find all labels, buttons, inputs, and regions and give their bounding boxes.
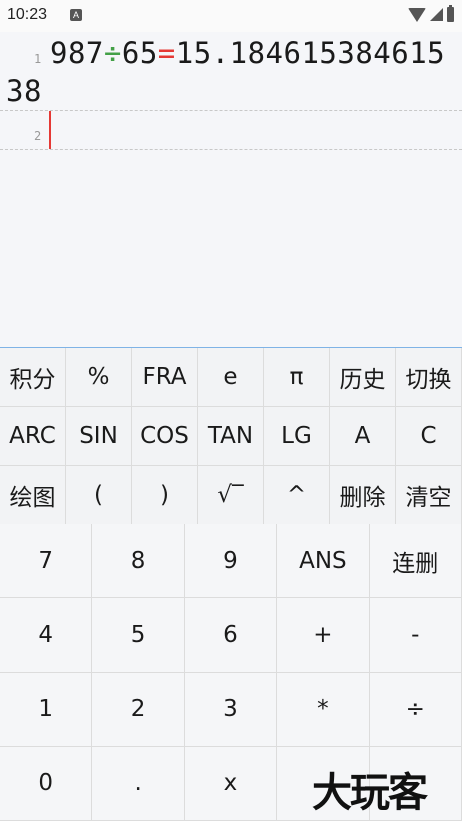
function-keypad: 积分 % FRA e π 历史 切换 ARC SIN COS TAN LG A …: [0, 347, 462, 525]
continuous-delete-key[interactable]: 连删: [369, 524, 462, 599]
expression-line[interactable]: 1 987÷65=15.184615384615 38: [0, 32, 462, 111]
sin-key[interactable]: SIN: [66, 407, 132, 466]
percent-key[interactable]: %: [66, 348, 132, 407]
cos-key[interactable]: COS: [132, 407, 198, 466]
signal-icon: [430, 8, 443, 21]
plus-key[interactable]: +: [277, 598, 370, 673]
expression-text[interactable]: 987÷65=15.184615384615 38: [6, 34, 458, 110]
switch-key[interactable]: 切换: [396, 348, 462, 407]
a-key[interactable]: A: [330, 407, 396, 466]
digit-6-key[interactable]: 6: [184, 598, 278, 673]
divide-operator: ÷: [103, 36, 122, 70]
ans-key[interactable]: ANS: [277, 524, 370, 599]
digit-7-key[interactable]: 7: [0, 524, 93, 599]
expression-line[interactable]: 2: [0, 111, 462, 150]
operand-b: 65: [121, 36, 158, 70]
digit-3-key[interactable]: 3: [184, 672, 278, 747]
digit-0-key[interactable]: 0: [0, 746, 93, 821]
clear-key[interactable]: 清空: [396, 466, 462, 525]
e-constant-key[interactable]: e: [198, 348, 264, 407]
decimal-point-key[interactable]: .: [92, 746, 185, 821]
plot-key[interactable]: 绘图: [0, 466, 66, 525]
tan-key[interactable]: TAN: [198, 407, 264, 466]
log-key[interactable]: LG: [264, 407, 330, 466]
line-number: 2: [34, 129, 42, 143]
battery-icon: [447, 5, 454, 22]
status-bar: 10:23 A: [0, 0, 462, 32]
status-time: 10:23: [7, 6, 48, 23]
multiply-key[interactable]: *: [277, 672, 370, 747]
digit-5-key[interactable]: 5: [92, 598, 185, 673]
digit-4-key[interactable]: 4: [0, 598, 93, 673]
digit-2-key[interactable]: 2: [92, 672, 185, 747]
text-cursor: [49, 111, 51, 149]
digit-9-key[interactable]: 9: [184, 524, 278, 599]
operand-a: 987: [50, 36, 104, 70]
watermark-logo: 大玩客: [312, 770, 428, 816]
notification-icon: A: [70, 9, 82, 21]
fraction-key[interactable]: FRA: [132, 348, 198, 407]
digit-1-key[interactable]: 1: [0, 672, 93, 747]
open-paren-key[interactable]: (: [66, 466, 132, 525]
pi-key[interactable]: π: [264, 348, 330, 407]
c-key[interactable]: C: [396, 407, 462, 466]
equals-sign: =: [157, 36, 176, 70]
status-icons: [408, 5, 454, 22]
digit-8-key[interactable]: 8: [92, 524, 185, 599]
variable-x-key[interactable]: x: [184, 746, 278, 821]
divide-key[interactable]: ÷: [369, 672, 462, 747]
integral-key[interactable]: 积分: [0, 348, 66, 407]
history-key[interactable]: 历史: [330, 348, 396, 407]
arc-key[interactable]: ARC: [0, 407, 66, 466]
expression-display[interactable]: 1 987÷65=15.184615384615 38 2: [0, 32, 462, 347]
power-key[interactable]: ^: [264, 466, 330, 525]
sqrt-key[interactable]: √‾: [198, 466, 264, 525]
delete-key[interactable]: 删除: [330, 466, 396, 525]
wifi-icon: [408, 7, 426, 22]
minus-key[interactable]: -: [369, 598, 462, 673]
close-paren-key[interactable]: ): [132, 466, 198, 525]
